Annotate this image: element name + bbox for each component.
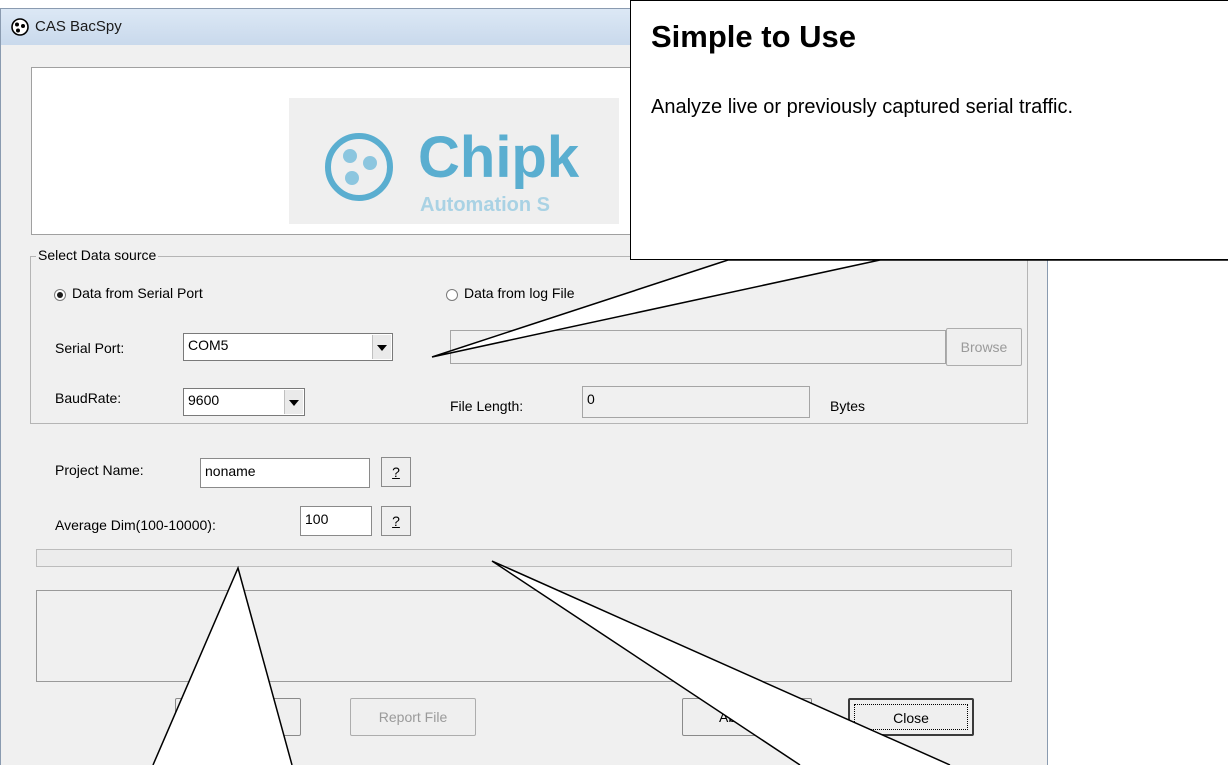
close-button[interactable]: Close <box>848 698 974 736</box>
project-name-value: noname <box>205 463 256 479</box>
bytes-label: Bytes <box>830 398 866 414</box>
report-file-button[interactable]: Report File <box>350 698 476 736</box>
serial-port-value: COM5 <box>188 337 229 353</box>
baudrate-value: 9600 <box>188 392 220 408</box>
average-dim-help-button[interactable]: ? <box>381 506 411 536</box>
browse-button[interactable]: Browse <box>946 328 1022 366</box>
serial-port-radio[interactable] <box>54 289 66 301</box>
status-log-area[interactable] <box>36 590 1012 682</box>
project-name-label: Project Name: <box>55 462 144 478</box>
chevron-down-icon[interactable] <box>372 335 391 359</box>
radio-selected-dot <box>57 292 63 298</box>
file-length-field: 0 <box>582 386 810 418</box>
log-file-radio[interactable] <box>446 289 458 301</box>
file-length-value: 0 <box>587 391 595 407</box>
logo-subtext: Automation S <box>420 194 550 216</box>
project-name-input[interactable]: noname <box>200 458 370 488</box>
log-file-path-field[interactable] <box>450 330 946 364</box>
app-logo-icon <box>11 18 29 36</box>
log-file-radio-label[interactable]: Data from log File <box>464 285 574 301</box>
close-button-label: Close <box>854 704 968 730</box>
about-button[interactable]: Ab <box>682 698 812 736</box>
serial-port-radio-label[interactable]: Data from Serial Port <box>72 285 203 301</box>
baudrate-select[interactable]: 9600 <box>183 388 305 416</box>
project-name-help-button[interactable]: ? <box>381 457 411 487</box>
average-dim-label: Average Dim(100-10000): <box>55 517 216 533</box>
average-dim-input[interactable]: 100 <box>300 506 372 536</box>
callout-heading: Simple to Use <box>651 19 856 54</box>
logo-text: Chipk <box>418 125 580 190</box>
chipkin-logo-icon <box>325 133 393 201</box>
file-length-label: File Length: <box>450 398 524 414</box>
callout-box: Simple to Use Analyze live or previously… <box>630 0 1228 260</box>
callout-body: Analyze live or previously captured seri… <box>651 96 1074 118</box>
serial-port-label: Serial Port: <box>55 340 125 356</box>
window-title: CAS BacSpy <box>35 18 122 35</box>
baudrate-label: BaudRate: <box>55 390 122 406</box>
start-button[interactable] <box>175 698 301 736</box>
serial-port-select[interactable]: COM5 <box>183 333 393 361</box>
chevron-down-icon[interactable] <box>284 390 303 414</box>
data-source-legend: Select Data source <box>36 247 159 263</box>
average-dim-value: 100 <box>305 511 329 527</box>
progress-bar <box>36 549 1012 567</box>
